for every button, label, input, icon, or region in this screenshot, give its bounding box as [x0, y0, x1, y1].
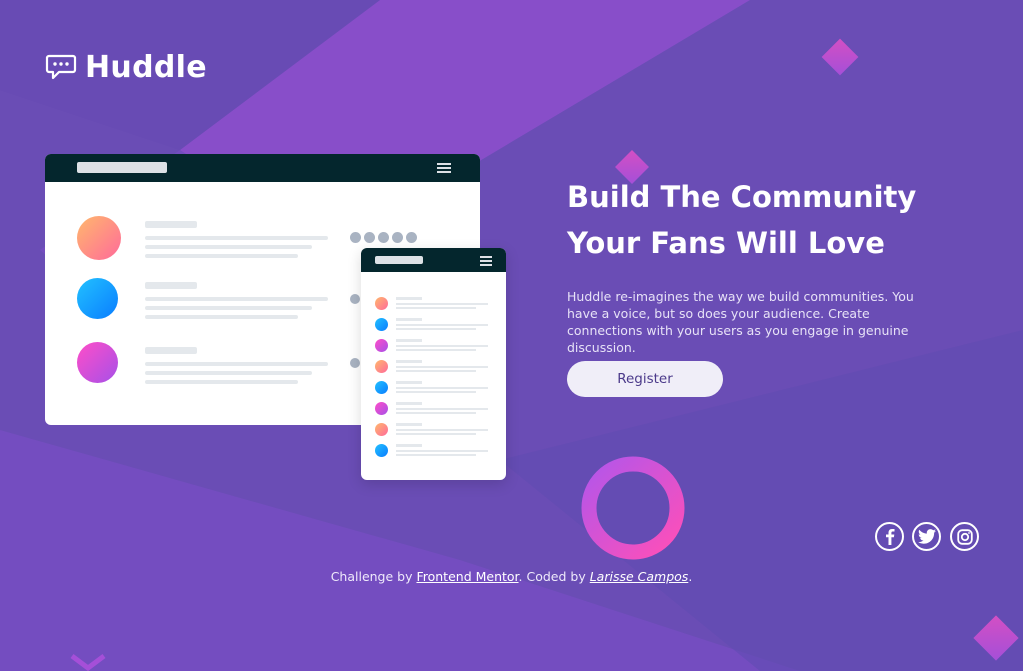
mockup-header-bar [361, 248, 506, 272]
facebook-link[interactable] [875, 522, 904, 551]
avatar [77, 342, 118, 383]
twitter-icon [917, 529, 936, 544]
mockup-dot [350, 358, 360, 368]
hamburger-icon [437, 163, 451, 175]
hero-headline: Build The Community Your Fans Will Love [567, 174, 947, 266]
mockup-dot [350, 294, 360, 304]
footer-middle: . Coded by [518, 569, 590, 584]
instagram-link[interactable] [950, 522, 979, 551]
headline-line-2: Your Fans Will Love [567, 226, 885, 260]
footer-suffix: . [688, 569, 693, 584]
brand-name: Huddle [85, 50, 207, 85]
hero-description: Huddle re-imagines the way we build comm… [567, 289, 914, 355]
footer-prefix: Challenge by [330, 569, 417, 584]
frontend-mentor-link[interactable]: Frontend Mentor [416, 569, 518, 584]
avatar [77, 216, 121, 260]
avatar [77, 278, 118, 319]
mockup-header-bar [45, 154, 480, 182]
mockup-title-placeholder [375, 256, 423, 264]
headline-line-1: Build The Community [567, 180, 917, 214]
brand-logo[interactable]: Huddle [45, 50, 207, 85]
facebook-icon [885, 528, 894, 545]
mockup-title-placeholder [77, 162, 167, 173]
hamburger-icon [480, 256, 492, 268]
mockup-dots [350, 232, 417, 243]
register-button[interactable]: Register [567, 361, 723, 397]
author-link[interactable]: Larisse Campos [590, 569, 689, 584]
twitter-link[interactable] [912, 522, 941, 551]
chat-bubble-icon [45, 54, 77, 82]
mobile-mockup-illustration [361, 248, 506, 480]
footer-attribution: Challenge by Frontend Mentor. Coded by L… [0, 569, 1023, 584]
instagram-icon [956, 528, 973, 545]
